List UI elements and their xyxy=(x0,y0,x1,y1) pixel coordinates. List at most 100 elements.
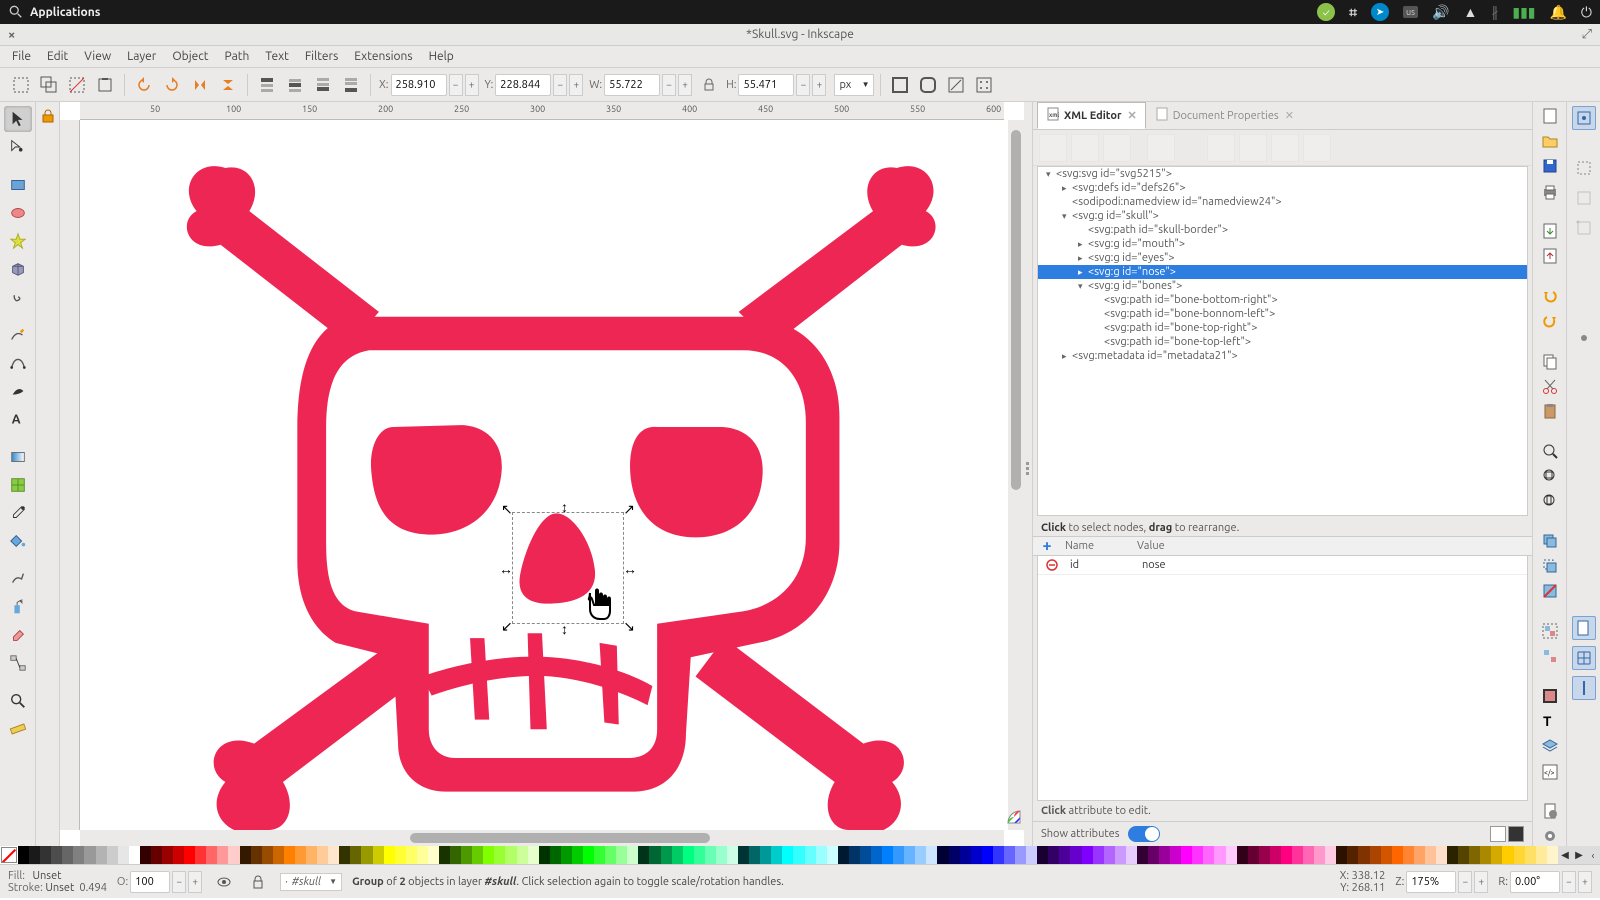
palette-swatch[interactable] xyxy=(960,846,971,864)
rotate-cw-button[interactable] xyxy=(159,72,185,98)
transform-pattern-button[interactable] xyxy=(971,72,997,98)
tab-xml-editor[interactable]: xml XML Editor ✕ xyxy=(1037,102,1146,129)
x-minus[interactable]: − xyxy=(449,74,463,96)
palette-swatch[interactable] xyxy=(373,846,384,864)
connector-tool[interactable] xyxy=(4,650,32,676)
palette-swatch[interactable] xyxy=(771,846,782,864)
tree-expand-icon[interactable]: ▸ xyxy=(1078,267,1088,278)
palette-swatch[interactable] xyxy=(184,846,195,864)
palette-swatch[interactable] xyxy=(406,846,417,864)
xml-move-down-button[interactable] xyxy=(1303,134,1331,162)
xml-unindent-button[interactable] xyxy=(1207,134,1235,162)
snap-rotation-center-button[interactable] xyxy=(1572,536,1596,560)
import-button[interactable] xyxy=(1538,221,1562,240)
palette-swatch[interactable] xyxy=(240,846,251,864)
stroke-width[interactable]: 0.494 xyxy=(79,882,107,894)
palette-swatch[interactable] xyxy=(561,846,572,864)
tab-docprops-close[interactable]: ✕ xyxy=(1285,109,1294,122)
layer-selector[interactable]: ·#skull ▼ xyxy=(280,873,342,891)
snap-bbox-edge-button[interactable] xyxy=(1572,186,1596,210)
palette-swatch[interactable] xyxy=(428,846,439,864)
zoom-page-button[interactable] xyxy=(1538,492,1562,511)
zoom-drawing-button[interactable] xyxy=(1538,466,1562,485)
xml-tree-node[interactable]: ▸<svg:metadata id="metadata21"> xyxy=(1038,349,1527,363)
palette-swatch[interactable] xyxy=(1248,846,1259,864)
save-doc-button[interactable] xyxy=(1538,157,1562,176)
snap-cusp-button[interactable] xyxy=(1572,416,1596,440)
palette-swatch[interactable] xyxy=(926,846,937,864)
zoom-selection-button[interactable] xyxy=(1538,441,1562,460)
snap-enable-button[interactable] xyxy=(1572,106,1596,130)
palette-swatch[interactable] xyxy=(904,846,915,864)
palette-swatch[interactable] xyxy=(96,846,107,864)
palette-swatch[interactable] xyxy=(1292,846,1303,864)
paste-button[interactable] xyxy=(1538,402,1562,421)
palette-swatch[interactable] xyxy=(151,846,162,864)
duplicate-button[interactable] xyxy=(1538,531,1562,550)
unit-select[interactable]: px▼ xyxy=(834,74,874,96)
xml-tree-node[interactable]: ▸<svg:defs id="defs26"> xyxy=(1038,181,1527,195)
palette-swatch[interactable] xyxy=(949,846,960,864)
palette-swatch[interactable] xyxy=(1414,846,1425,864)
palette-swatch[interactable] xyxy=(173,846,184,864)
palette-swatch[interactable] xyxy=(1192,846,1203,864)
xml-tree-node[interactable]: <svg:path id="bone-bottom-right"> xyxy=(1038,293,1527,307)
palette-swatch[interactable] xyxy=(1480,846,1491,864)
palette-swatch[interactable] xyxy=(1547,846,1558,864)
palette-swatch[interactable] xyxy=(439,846,450,864)
palette-swatch[interactable] xyxy=(1115,846,1126,864)
tree-expand-icon[interactable]: ▸ xyxy=(1078,239,1088,250)
y-minus[interactable]: − xyxy=(553,74,567,96)
h-minus[interactable]: − xyxy=(796,74,810,96)
snap-line-midpoint-button[interactable] xyxy=(1572,476,1596,500)
flip-vertical-button[interactable] xyxy=(215,72,241,98)
bezier-tool[interactable] xyxy=(4,350,32,376)
xml-attr-row[interactable]: id nose xyxy=(1038,556,1527,575)
palette-scroll-left[interactable]: ◀ xyxy=(1558,846,1572,864)
xml-tree-node[interactable]: <svg:path id="bone-top-left"> xyxy=(1038,335,1527,349)
y-plus[interactable]: + xyxy=(569,74,583,96)
palette-swatch[interactable] xyxy=(838,846,849,864)
palette-swatch[interactable] xyxy=(793,846,804,864)
xml-tree-node[interactable]: ▸<svg:g id="nose"> xyxy=(1038,265,1527,279)
palette-swatch[interactable] xyxy=(860,846,871,864)
zoom-plus[interactable]: + xyxy=(1474,871,1488,893)
w-plus[interactable]: + xyxy=(678,74,692,96)
palette-swatch[interactable] xyxy=(915,846,926,864)
opacity-plus[interactable]: + xyxy=(188,871,202,893)
dock-drag-handle[interactable] xyxy=(1024,102,1032,846)
palette-swatch[interactable] xyxy=(1447,846,1458,864)
lower-bottom-button[interactable] xyxy=(338,72,364,98)
unlink-clone-button[interactable] xyxy=(1538,582,1562,601)
palette-swatch[interactable] xyxy=(1502,846,1513,864)
transform-stroke-button[interactable] xyxy=(887,72,913,98)
tray-power-icon[interactable]: ⏻ xyxy=(1581,4,1592,21)
menu-extensions[interactable]: Extensions xyxy=(346,47,420,66)
snap-intersection-button[interactable] xyxy=(1572,386,1596,410)
palette-swatch[interactable] xyxy=(1281,846,1292,864)
palette-swatch[interactable] xyxy=(805,846,816,864)
snap-grid-button[interactable] xyxy=(1572,646,1596,670)
palette-swatch[interactable] xyxy=(118,846,129,864)
menu-file[interactable]: File xyxy=(4,47,39,66)
palette-swatch[interactable] xyxy=(982,846,993,864)
measure-tool[interactable] xyxy=(4,716,32,742)
xml-duplicate-button[interactable] xyxy=(1103,134,1131,162)
new-doc-button[interactable] xyxy=(1538,106,1562,125)
raise-top-button[interactable] xyxy=(254,72,280,98)
star-tool[interactable] xyxy=(4,228,32,254)
palette-menu-button[interactable]: ‹ xyxy=(1586,846,1600,864)
palette-swatch[interactable] xyxy=(1203,846,1214,864)
group-button[interactable] xyxy=(1538,621,1562,640)
palette-swatch[interactable] xyxy=(395,846,406,864)
canvas-vscrollbar[interactable] xyxy=(1008,120,1024,830)
transform-corners-button[interactable] xyxy=(915,72,941,98)
palette-swatch[interactable] xyxy=(882,846,893,864)
snap-path-button[interactable] xyxy=(1572,356,1596,380)
zoom-tool[interactable] xyxy=(4,688,32,714)
xml-attr-name[interactable]: id xyxy=(1066,556,1138,574)
xml-tree-node[interactable]: <svg:path id="skull-border"> xyxy=(1038,223,1527,237)
open-doc-button[interactable] xyxy=(1538,131,1562,150)
layout-vertical-button[interactable] xyxy=(1508,826,1524,842)
palette-swatch[interactable] xyxy=(29,846,40,864)
